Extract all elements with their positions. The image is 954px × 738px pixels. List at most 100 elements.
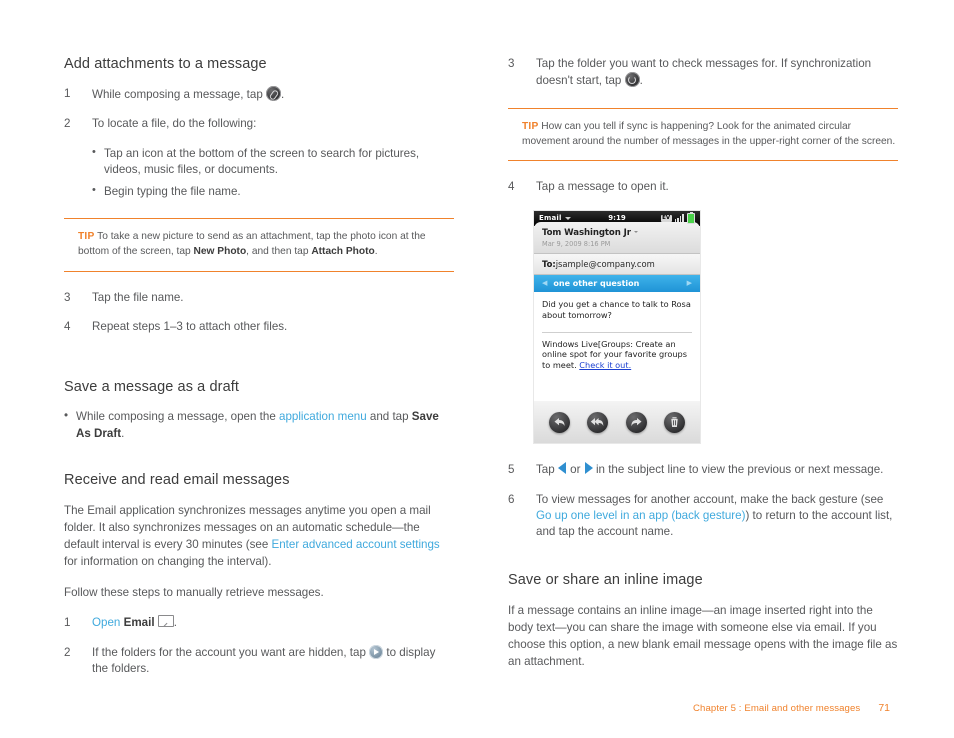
step-number: 4 bbox=[508, 180, 515, 194]
step-text-before: If the folders for the account you want … bbox=[92, 645, 366, 659]
footer-page-number: 71 bbox=[878, 702, 890, 714]
reply-all-button[interactable] bbox=[587, 411, 609, 433]
network-type-badge: EV bbox=[660, 214, 672, 222]
tip-text: TIP How can you tell if sync is happenin… bbox=[508, 120, 898, 150]
left-column: Add attachments to a message 1 While com… bbox=[64, 56, 454, 691]
section-heading-receive-read: Receive and read email messages bbox=[64, 472, 290, 489]
section-heading-save-draft: Save a message as a draft bbox=[64, 378, 239, 395]
delete-button[interactable] bbox=[664, 411, 686, 433]
right-column: 3 Tap the folder you want to check messa… bbox=[508, 56, 898, 684]
to-label: To: bbox=[542, 258, 556, 269]
list-item: Begin typing the file name. bbox=[92, 183, 454, 200]
section-heading-inline-image: Save or share an inline image bbox=[508, 571, 703, 588]
step-item: 3 Tap the file name. bbox=[64, 290, 454, 306]
step-text: If the folders for the account you want … bbox=[92, 644, 454, 678]
paragraph-sync-info: The Email application synchronizes messa… bbox=[64, 502, 454, 570]
reply-button[interactable] bbox=[548, 411, 570, 433]
previous-message-arrow-icon[interactable]: ◀ bbox=[542, 279, 547, 287]
step-text-after: in the subject line to view the previous… bbox=[595, 463, 884, 477]
link-open[interactable]: Open bbox=[92, 616, 120, 629]
paragraph-inline-image: If a message contains an inline image—an… bbox=[508, 603, 898, 668]
step-text: Repeat steps 1–3 to attach other files. bbox=[92, 320, 288, 334]
message-promo-text: Windows Live[Groups: Create an online sp… bbox=[534, 333, 700, 371]
promo-link[interactable]: Check it out. bbox=[579, 360, 631, 370]
tip-text: TIP To take a new picture to send as an … bbox=[64, 230, 454, 260]
step-item: 6 To view messages for another account, … bbox=[508, 492, 898, 541]
arrow-left-icon bbox=[557, 462, 567, 475]
link-back-gesture[interactable]: Go up one level in an app (back gesture) bbox=[536, 509, 745, 522]
forward-button[interactable] bbox=[625, 411, 647, 433]
step-text-before: While composing a message, tap bbox=[92, 88, 263, 101]
link-advanced-account-settings[interactable]: Enter advanced account settings bbox=[272, 538, 440, 551]
step-text: Tap the file name. bbox=[92, 290, 184, 304]
step-text-after: . bbox=[281, 88, 285, 101]
step-number: 1 bbox=[64, 616, 71, 630]
tip-bold-attach-photo: Attach Photo bbox=[311, 246, 375, 258]
paperclip-icon bbox=[266, 86, 282, 101]
draft-part-2: and tap bbox=[366, 409, 412, 423]
list-item: Tap an icon at the bottom of the screen … bbox=[92, 145, 454, 179]
arrow-right-icon bbox=[584, 462, 593, 475]
step-text-after: . bbox=[639, 74, 643, 88]
step-item: 1 While composing a message, tap . bbox=[64, 86, 454, 103]
subject-text: one other question bbox=[553, 278, 640, 288]
message-subject-bar[interactable]: ◀ one other question ▶ bbox=[534, 274, 700, 292]
step-item: 5 Tap or in the subject line to view the… bbox=[508, 462, 898, 478]
tip-callout: TIP To take a new picture to send as an … bbox=[64, 218, 454, 272]
step-text-before: Tap the folder you want to check message… bbox=[536, 57, 872, 88]
message-header: Tom Washington Jr Mar 9, 2009 8:16 PM bbox=[534, 221, 700, 254]
play-circle-icon bbox=[369, 644, 384, 659]
step-number: 1 bbox=[64, 87, 71, 100]
step-item: 4 Tap a message to open it. bbox=[508, 179, 898, 195]
step-number: 3 bbox=[64, 290, 71, 304]
tip-callout: TIP How can you tell if sync is happenin… bbox=[508, 107, 898, 162]
sync-icon bbox=[624, 72, 640, 88]
to-value: jsample@company.com bbox=[555, 258, 655, 269]
para-part-2: for information on changing the interval… bbox=[64, 555, 272, 569]
manual-page: Add attachments to a message 1 While com… bbox=[0, 0, 954, 738]
message-sender[interactable]: Tom Washington Jr bbox=[542, 228, 692, 238]
step-part-1: To view messages for another account, ma… bbox=[536, 492, 884, 506]
message-recipient-row[interactable]: To:jsample@company.com bbox=[534, 253, 700, 275]
step-item: 4 Repeat steps 1–3 to attach other files… bbox=[64, 319, 454, 335]
step-text-or: or bbox=[570, 463, 581, 477]
step-number: 3 bbox=[508, 57, 515, 70]
step-item: 1 Open Email . bbox=[64, 615, 454, 631]
sender-name: Tom Washington Jr bbox=[542, 227, 631, 238]
step-text: Tap the folder you want to check message… bbox=[536, 56, 898, 90]
step-item: 2 If the folders for the account you wan… bbox=[64, 644, 454, 678]
step-text-before: Tap bbox=[536, 463, 555, 477]
draft-part-3: . bbox=[121, 426, 125, 440]
message-body-text: Did you get a chance to talk to Rosa abo… bbox=[534, 291, 700, 325]
tip-bold-new-photo: New Photo bbox=[193, 246, 247, 258]
draft-part-1: While composing a message, open the bbox=[76, 409, 280, 423]
battery-icon bbox=[687, 211, 695, 224]
step-text: To view messages for another account, ma… bbox=[536, 492, 898, 541]
step-number: 2 bbox=[64, 645, 71, 659]
message-date: Mar 9, 2009 8:16 PM bbox=[542, 239, 611, 248]
step-text-after: . bbox=[173, 616, 178, 630]
page-title: Add attachments to a message bbox=[64, 56, 267, 72]
chevron-down-icon[interactable] bbox=[633, 230, 638, 233]
page-footer: Chapter 5 : Email and other messages 71 bbox=[693, 702, 890, 714]
signal-bars-icon bbox=[674, 214, 684, 223]
step-item: 3 Tap the folder you want to check messa… bbox=[508, 56, 898, 90]
tip-part-2: , and then tap bbox=[246, 246, 312, 258]
status-indicators: EV bbox=[660, 211, 695, 224]
bold-email: Email bbox=[123, 616, 155, 630]
step-text: Tap a message to open it. bbox=[536, 180, 669, 194]
next-message-arrow-icon[interactable]: ▶ bbox=[687, 279, 692, 287]
link-application-menu[interactable]: application menu bbox=[279, 410, 367, 423]
step-text: Open Email . bbox=[92, 615, 454, 631]
step-item: 2 To locate a file, do the following: bbox=[64, 116, 454, 132]
step-number: 2 bbox=[64, 117, 71, 131]
bullet-list: Tap an icon at the bottom of the screen … bbox=[64, 145, 454, 200]
tip-part-3: . bbox=[374, 246, 378, 258]
step-text: While composing a message, tap . bbox=[92, 86, 454, 103]
envelope-icon bbox=[157, 615, 174, 628]
step-text: To locate a file, do the following: bbox=[92, 117, 257, 131]
tip-label: TIP bbox=[522, 120, 539, 132]
